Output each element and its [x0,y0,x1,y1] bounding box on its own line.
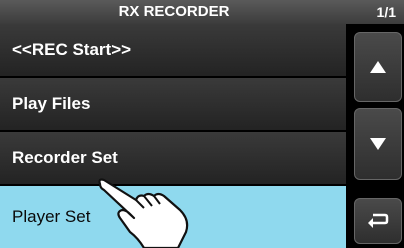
title-bar: RX RECORDER 1/1 [0,0,404,24]
menu-item-label: <<REC Start>> [12,40,132,59]
menu-item-play-files[interactable]: Play Files [0,78,346,132]
triangle-down-icon [370,138,386,150]
rx-recorder-screen: RX RECORDER 1/1 <<REC Start>> Play Files… [0,0,404,248]
screen-title: RX RECORDER [118,3,230,20]
scroll-down-button[interactable] [354,108,402,180]
scroll-sidebar [350,24,404,248]
page-indicator: 1/1 [376,4,396,20]
menu-item-label: Play Files [12,94,91,113]
pointing-hand-icon [98,178,189,248]
menu-item-label: Player Set [12,207,91,226]
menu-item-rec-start[interactable]: <<REC Start>> [0,24,346,78]
scroll-up-button[interactable] [354,32,402,102]
triangle-up-icon [370,61,386,73]
return-arrow-icon [368,213,389,228]
back-button[interactable] [354,198,402,244]
